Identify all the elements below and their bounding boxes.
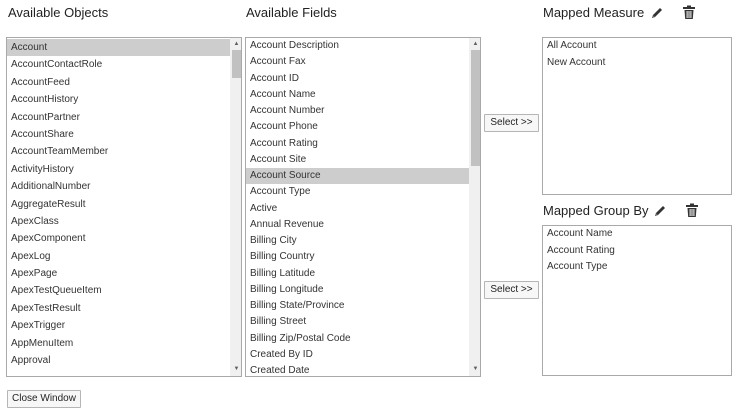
field-list-item[interactable]: Created By ID: [246, 347, 469, 363]
field-list-item[interactable]: Account Site: [246, 152, 469, 168]
field-list-item[interactable]: Annual Revenue: [246, 217, 469, 233]
object-list-item[interactable]: ApexClass: [7, 213, 230, 230]
field-list-item[interactable]: Billing Zip/Postal Code: [246, 331, 469, 347]
field-list-item[interactable]: Account ID: [246, 71, 469, 87]
object-list-item[interactable]: Approval: [7, 352, 230, 369]
mapped-measure-list: All Account New Account: [543, 38, 731, 71]
field-list-item[interactable]: Billing Longitude: [246, 282, 469, 298]
mapped-group-by-heading: Mapped Group By: [543, 203, 649, 218]
edit-measure-pencil-icon[interactable]: [650, 6, 664, 25]
delete-group-by-trash-icon[interactable]: [685, 203, 699, 223]
field-list-item[interactable]: Account Source: [246, 168, 469, 185]
field-list-item[interactable]: Account Description: [246, 38, 469, 54]
object-list-item[interactable]: AppMenuItem: [7, 335, 230, 352]
scroll-down-arrow-icon[interactable]: ▼: [231, 364, 241, 375]
object-list-item[interactable]: ApexComponent: [7, 230, 230, 247]
mapped-measure-item[interactable]: All Account: [543, 38, 731, 55]
scroll-down-arrow-icon[interactable]: ▼: [470, 364, 480, 375]
field-list-item[interactable]: Active: [246, 201, 469, 217]
field-list-item[interactable]: Account Rating: [246, 136, 469, 152]
object-list-item[interactable]: AccountHistory: [7, 91, 230, 108]
select-measure-button[interactable]: Select >>: [484, 114, 539, 132]
field-list-item[interactable]: Account Type: [246, 184, 469, 200]
object-list-item[interactable]: ActivityHistory: [7, 161, 230, 178]
field-list-item[interactable]: Billing State/Province: [246, 298, 469, 314]
field-list-item[interactable]: Account Number: [246, 103, 469, 119]
available-fields-listbox[interactable]: Account Description Account Fax Account ID…: [245, 37, 481, 377]
object-list-item[interactable]: ApexTrigger: [7, 317, 230, 334]
object-list-item[interactable]: AccountShare: [7, 126, 230, 143]
object-list-item[interactable]: AccountFeed: [7, 74, 230, 91]
delete-measure-trash-icon[interactable]: [682, 5, 696, 25]
object-list-item[interactable]: ApexPage: [7, 265, 230, 282]
mapped-group-by-item[interactable]: Account Type: [543, 259, 731, 276]
available-objects-listbox[interactable]: Account AccountContactRole AccountFeed Acco…: [6, 37, 242, 377]
mapped-measure-listbox[interactable]: All Account New Account: [542, 37, 732, 195]
fields-scroll-thumb[interactable]: [471, 50, 480, 167]
mapped-group-by-list: Account Name Account Rating Account Type: [543, 226, 731, 276]
available-fields-list: Account Description Account Fax Account ID…: [246, 38, 469, 376]
mapped-measure-item[interactable]: New Account: [543, 55, 731, 72]
close-window-button[interactable]: Close Window: [7, 390, 81, 408]
object-list-item[interactable]: AccountPartner: [7, 109, 230, 126]
available-objects-list: Account AccountContactRole AccountFeed Acco…: [7, 39, 230, 369]
available-objects-heading: Available Objects: [8, 5, 109, 20]
object-list-item[interactable]: AccountTeamMember: [7, 143, 230, 160]
object-list-item[interactable]: AggregateResult: [7, 196, 230, 213]
field-list-item[interactable]: Billing City: [246, 233, 469, 249]
objects-scrollbar[interactable]: ▲ ▼: [230, 38, 241, 376]
mapped-group-by-listbox[interactable]: Account Name Account Rating Account Type: [542, 225, 732, 376]
field-list-item[interactable]: Account Phone: [246, 119, 469, 135]
object-list-item[interactable]: AccountContactRole: [7, 56, 230, 73]
object-list-item[interactable]: ApexTestResult: [7, 300, 230, 317]
object-list-item[interactable]: ApexLog: [7, 248, 230, 265]
object-list-item[interactable]: AdditionalNumber: [7, 178, 230, 195]
mapped-group-by-item[interactable]: Account Rating: [543, 243, 731, 260]
field-list-item[interactable]: Created Date: [246, 363, 469, 376]
select-group-by-button[interactable]: Select >>: [484, 281, 539, 299]
scroll-up-arrow-icon[interactable]: ▲: [470, 39, 480, 50]
field-list-item[interactable]: Billing Latitude: [246, 266, 469, 282]
field-list-item[interactable]: Account Name: [246, 87, 469, 103]
mapped-measure-heading: Mapped Measure: [543, 5, 645, 20]
objects-scroll-thumb[interactable]: [232, 50, 241, 79]
field-list-item[interactable]: Billing Street: [246, 314, 469, 330]
field-list-item[interactable]: Billing Country: [246, 249, 469, 265]
object-list-item[interactable]: Account: [7, 39, 230, 57]
fields-scrollbar[interactable]: ▲ ▼: [469, 38, 480, 376]
object-list-item[interactable]: ApexTestQueueItem: [7, 282, 230, 299]
field-list-item[interactable]: Account Fax: [246, 54, 469, 70]
mapped-group-by-item[interactable]: Account Name: [543, 226, 731, 243]
edit-group-by-pencil-icon[interactable]: [653, 204, 667, 223]
scroll-up-arrow-icon[interactable]: ▲: [231, 39, 241, 50]
available-fields-heading: Available Fields: [246, 5, 337, 20]
